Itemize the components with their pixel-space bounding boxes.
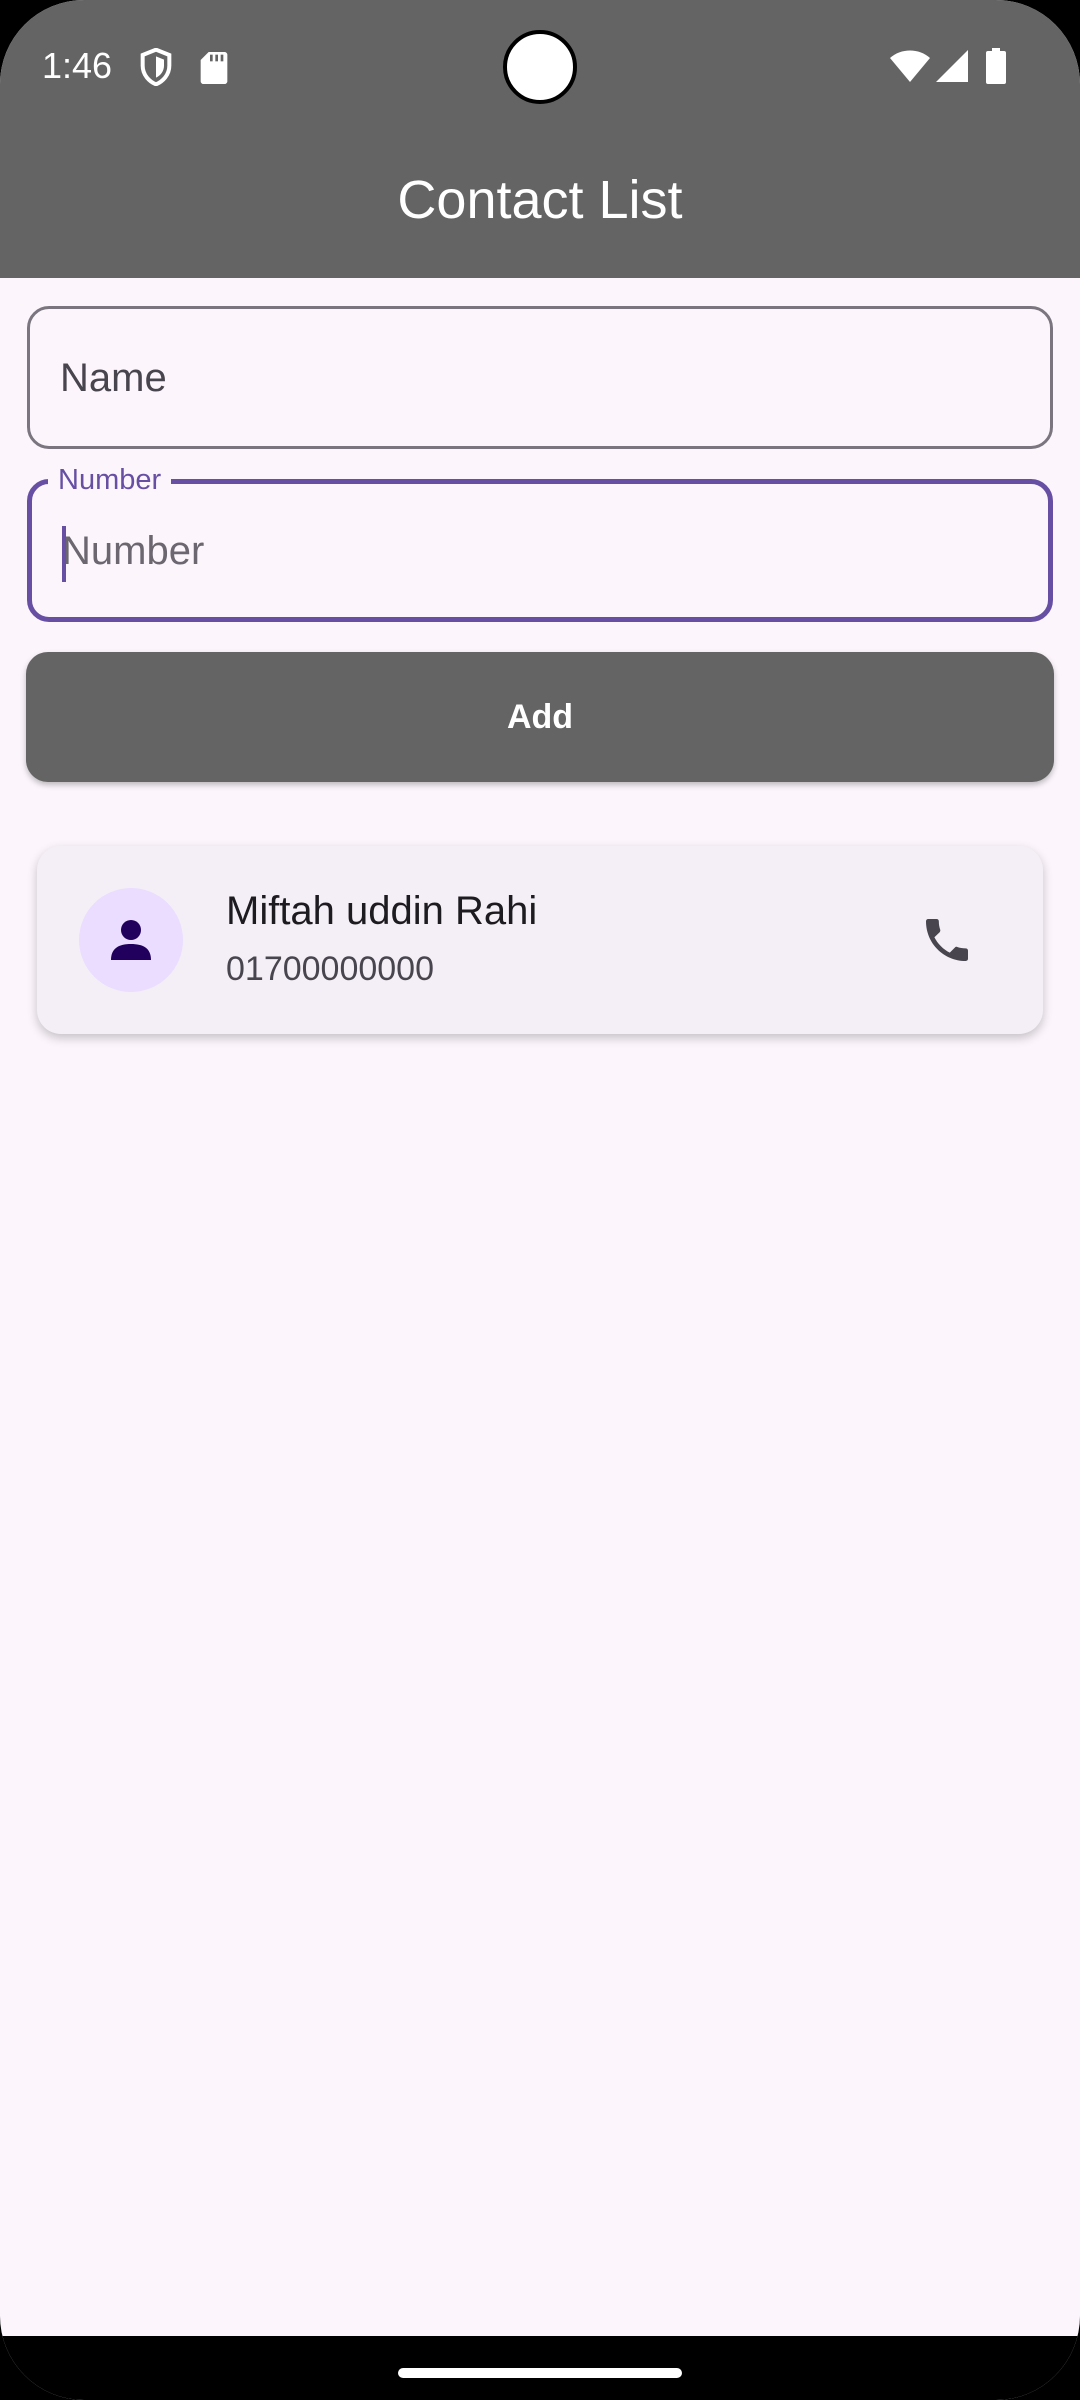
app-bar: Contact List: [0, 132, 1080, 278]
contact-list-item[interactable]: Miftah uddin Rahi 01700000000: [37, 846, 1043, 1034]
number-field-label: Number: [48, 462, 172, 498]
signal-icon: [936, 50, 968, 82]
phone-icon[interactable]: [919, 912, 975, 968]
number-input[interactable]: Number: [27, 479, 1053, 622]
contact-name: Miftah uddin Rahi: [226, 889, 538, 933]
home-indicator[interactable]: [398, 2368, 682, 2378]
page-title: Contact List: [397, 170, 683, 230]
status-time: 1:46: [42, 45, 113, 86]
name-placeholder: Name: [60, 356, 167, 400]
phone-screen: 1:46 Contact List Name Number Number Add…: [0, 0, 1080, 2400]
status-bar: 1:46: [0, 0, 1080, 132]
wifi-icon: [890, 50, 930, 82]
text-cursor: [62, 526, 66, 582]
add-button-label: Add: [506, 697, 574, 736]
camera-cutout: [503, 30, 577, 104]
shield-icon: [140, 48, 172, 86]
contact-number: 01700000000: [226, 950, 435, 988]
battery-icon: [986, 48, 1006, 84]
number-placeholder: Number: [62, 529, 205, 573]
avatar: [79, 888, 183, 992]
name-input[interactable]: Name: [27, 306, 1053, 449]
add-button[interactable]: Add: [26, 652, 1054, 782]
person-icon: [111, 920, 151, 960]
sd-card-icon: [200, 52, 228, 84]
